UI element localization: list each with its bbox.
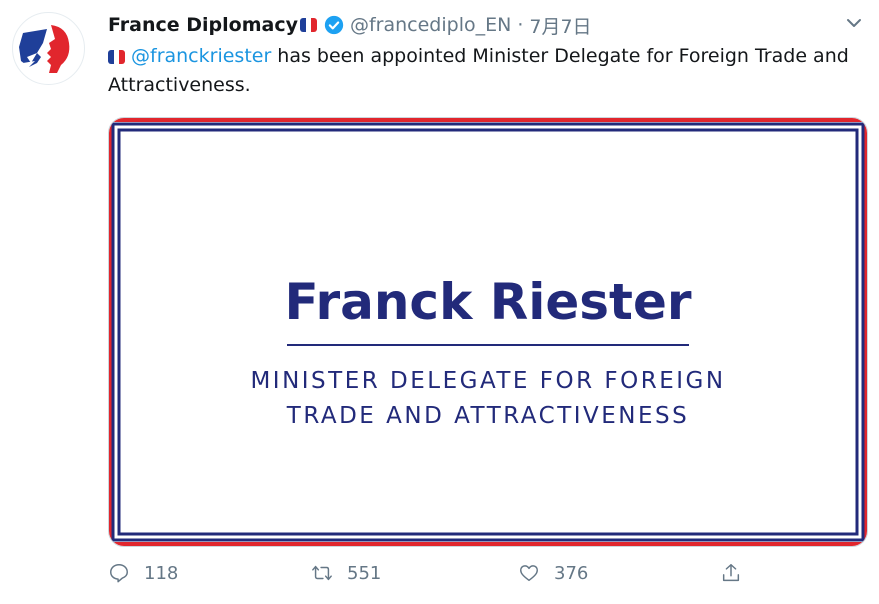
marianne-logo-icon <box>19 25 70 73</box>
france-flag-icon <box>108 49 125 64</box>
card-divider <box>287 344 689 346</box>
tweet-date[interactable]: 7月7日 <box>529 12 591 39</box>
tweet-image-card[interactable]: Franck Riester MINISTER DELEGATE FOR FOR… <box>108 117 868 547</box>
card-subtitle-line-2: TRADE AND ATTRACTIVENESS <box>286 403 690 429</box>
card-subtitle-line-1: MINISTER DELEGATE FOR FOREIGN <box>250 368 726 394</box>
reply-button[interactable]: 118 <box>108 562 178 584</box>
chevron-down-icon[interactable] <box>843 14 865 32</box>
author-handle[interactable]: @francediplo_EN <box>350 14 511 36</box>
like-icon <box>520 565 538 582</box>
tricolor-border <box>109 118 867 546</box>
separator-dot: · <box>517 14 524 36</box>
mention-link[interactable]: @franckriester <box>131 45 271 67</box>
share-button[interactable] <box>720 562 756 584</box>
tweet-header: France Diplomacy @francediplo_EN · 7月7日 <box>108 10 808 40</box>
retweet-button[interactable]: 551 <box>311 562 381 584</box>
share-icon <box>722 564 740 582</box>
card-title: Franck Riester <box>284 273 692 331</box>
verified-badge-icon <box>324 15 344 35</box>
author-name[interactable]: France Diplomacy <box>108 14 298 36</box>
avatar[interactable] <box>12 12 85 85</box>
tweet-actions: 118 551 376 <box>108 562 868 592</box>
like-button[interactable]: 376 <box>518 562 588 584</box>
reply-count: 118 <box>144 562 179 584</box>
tweet-text: @franckriester has been appointed Minist… <box>108 42 858 100</box>
like-count: 376 <box>554 562 589 584</box>
retweet-icon <box>312 565 332 581</box>
retweet-count: 551 <box>347 562 382 584</box>
reply-icon <box>110 564 128 583</box>
france-flag-icon <box>299 18 317 32</box>
